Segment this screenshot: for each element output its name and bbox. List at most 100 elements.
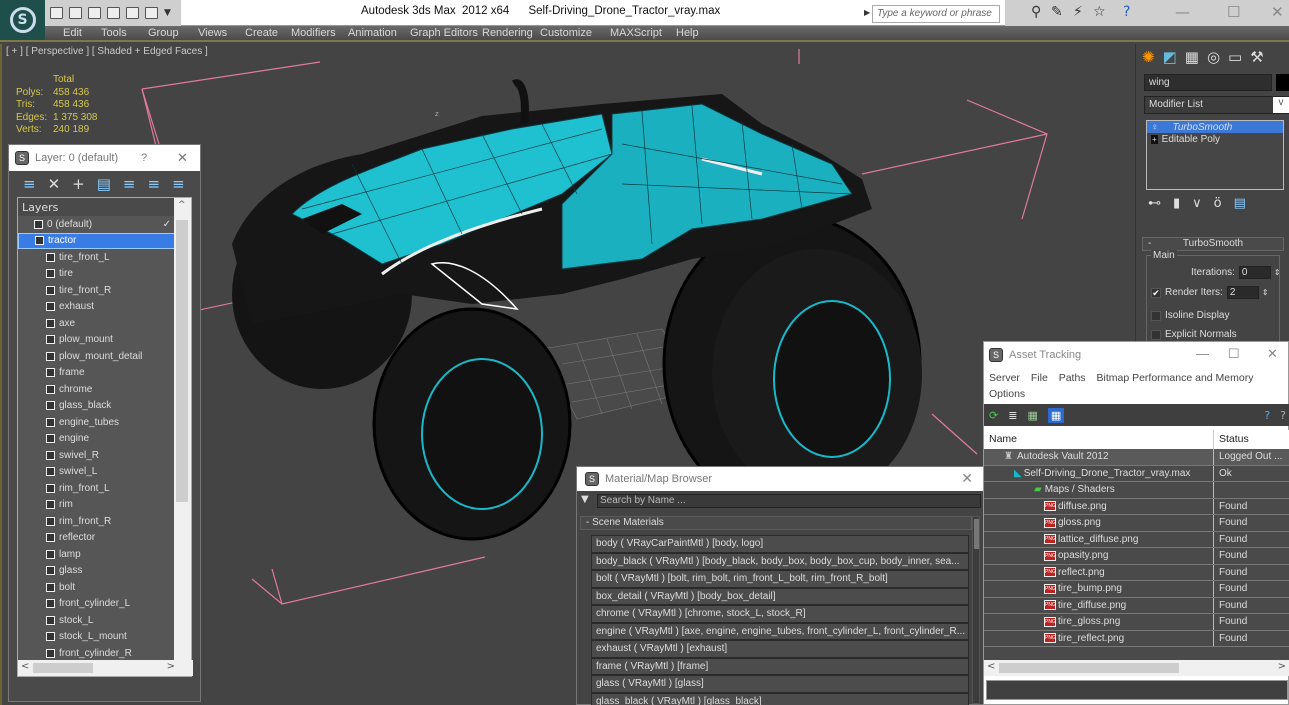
- project-icon[interactable]: [145, 7, 158, 19]
- object-row[interactable]: tire_front_R: [18, 282, 175, 299]
- object-name-input[interactable]: wing: [1144, 74, 1272, 91]
- menu-paths[interactable]: Paths: [1059, 372, 1086, 384]
- object-row[interactable]: axe: [18, 315, 175, 332]
- object-row[interactable]: rim_front_L: [18, 480, 175, 497]
- vertical-scrollbar[interactable]: [972, 516, 980, 704]
- menu-edit[interactable]: Edit: [63, 27, 82, 39]
- stack-item-turbosmooth[interactable]: ♀ TurboSmooth: [1147, 121, 1283, 133]
- asset-row[interactable]: PNG tire_reflect.png Found: [984, 630, 1289, 647]
- display-tab-icon[interactable]: ▭: [1228, 48, 1242, 66]
- layer-row[interactable]: 0 (default) ✓: [18, 216, 175, 233]
- key-icon[interactable]: ✎: [1051, 4, 1063, 20]
- search-by-name-input[interactable]: Search by Name ...: [597, 494, 981, 508]
- select-objects-icon[interactable]: ▤: [97, 175, 111, 193]
- rollout-header[interactable]: - TurboSmooth: [1142, 237, 1284, 251]
- maximize-button[interactable]: ☐: [1227, 3, 1240, 21]
- help-icon[interactable]: ?: [1264, 409, 1270, 422]
- add-icon[interactable]: +: [72, 175, 85, 193]
- object-row[interactable]: swivel_L: [18, 464, 175, 481]
- maximize-button[interactable]: ☐: [1228, 346, 1240, 362]
- minimize-button[interactable]: —: [1196, 346, 1209, 361]
- horizontal-scrollbar[interactable]: < >: [984, 660, 1289, 676]
- menu-animation[interactable]: Animation: [348, 27, 397, 39]
- object-row[interactable]: exhaust: [18, 299, 175, 316]
- highlight-icon[interactable]: ≡: [148, 175, 161, 193]
- horizontal-scrollbar[interactable]: < >: [18, 660, 193, 676]
- asset-path-field[interactable]: [986, 680, 1288, 700]
- scroll-up-icon[interactable]: ^: [178, 200, 186, 210]
- menu-bitmap-performance[interactable]: Bitmap Performance and Memory: [1096, 372, 1253, 384]
- material-row[interactable]: chrome ( VRayMtl ) [chrome, stock_L, sto…: [591, 605, 969, 623]
- object-row[interactable]: reflector: [18, 530, 175, 547]
- object-row[interactable]: chrome: [18, 381, 175, 398]
- stack-item-editable-poly[interactable]: + Editable Poly: [1147, 133, 1283, 145]
- list-view-icon[interactable]: ≣: [1008, 409, 1017, 422]
- asset-tracking-titlebar[interactable]: S Asset Tracking — ☐ ✕: [984, 342, 1288, 368]
- minimize-button[interactable]: —: [1175, 3, 1190, 21]
- close-button[interactable]: ✕: [961, 470, 973, 487]
- object-row[interactable]: tire: [18, 266, 175, 283]
- menu-help[interactable]: Help: [676, 27, 699, 39]
- scroll-right-icon[interactable]: >: [1278, 661, 1286, 672]
- material-row[interactable]: body_black ( VRayMtl ) [body_black, body…: [591, 552, 969, 570]
- object-row[interactable]: bolt: [18, 579, 175, 596]
- object-color-swatch[interactable]: [1276, 74, 1289, 91]
- asset-row[interactable]: PNG lattice_diffuse.png Found: [984, 531, 1289, 548]
- make-unique-icon[interactable]: ∨: [1192, 196, 1202, 211]
- object-row[interactable]: swivel_R: [18, 447, 175, 464]
- hide-all-icon[interactable]: ≡: [172, 175, 185, 193]
- search-input[interactable]: Type a keyword or phrase: [872, 5, 1000, 23]
- redo-icon[interactable]: [107, 7, 120, 19]
- render-iters-spinner[interactable]: 2: [1226, 286, 1259, 299]
- delete-icon[interactable]: ✕: [48, 175, 61, 193]
- iterations-spinner[interactable]: 0: [1238, 266, 1271, 279]
- layers-column-header[interactable]: Layers: [18, 198, 175, 216]
- object-row[interactable]: lamp: [18, 546, 175, 563]
- menu-customize[interactable]: Customize: [540, 27, 592, 39]
- hold-icon[interactable]: [126, 7, 139, 19]
- object-row[interactable]: engine_tubes: [18, 414, 175, 431]
- hierarchy-tab-icon[interactable]: ▦: [1185, 48, 1199, 66]
- menu-tools[interactable]: Tools: [101, 27, 127, 39]
- name-column-header[interactable]: Name: [984, 430, 1214, 449]
- material-row[interactable]: engine ( VRayMtl ) [axe, engine, engine_…: [591, 622, 969, 640]
- object-row[interactable]: glass: [18, 563, 175, 580]
- layer-window-titlebar[interactable]: S Layer: 0 (default) ? ✕: [9, 145, 200, 171]
- menu-create[interactable]: Create: [245, 27, 278, 39]
- expand-icon[interactable]: +: [1151, 134, 1158, 144]
- object-row[interactable]: plow_mount_detail: [18, 348, 175, 365]
- close-button[interactable]: ✕: [177, 150, 188, 166]
- viewport-label[interactable]: [ + ] [ Perspective ] [ Shaded + Edged F…: [6, 46, 208, 57]
- modify-tab-icon[interactable]: ◩: [1163, 48, 1177, 66]
- close-button[interactable]: ✕: [1267, 346, 1278, 362]
- pin-stack-icon[interactable]: ⊷: [1148, 196, 1161, 211]
- spinner-arrows-icon[interactable]: ⇕: [1262, 288, 1269, 297]
- configure-sets-icon[interactable]: ▤: [1234, 196, 1246, 211]
- dropdown-arrow-icon[interactable]: ▼: [164, 8, 171, 18]
- material-row[interactable]: glass_black ( VRayMtl ) [glass_black]: [591, 692, 969, 705]
- utilities-tab-icon[interactable]: ⚒: [1250, 48, 1263, 66]
- open-icon[interactable]: [50, 7, 63, 19]
- material-row[interactable]: frame ( VRayMtl ) [frame]: [591, 657, 969, 675]
- undo-icon[interactable]: [88, 7, 101, 19]
- isoline-checkbox[interactable]: [1151, 310, 1161, 321]
- layer-row[interactable]: tractor: [18, 232, 175, 249]
- material-row[interactable]: bolt ( VRayMtl ) [bolt, rim_bolt, rim_fr…: [591, 570, 969, 588]
- filter-menu-icon[interactable]: ▼: [581, 494, 589, 505]
- material-row[interactable]: box_detail ( VRayMtl ) [body_box_detail]: [591, 587, 969, 605]
- object-row[interactable]: plow_mount: [18, 332, 175, 349]
- modifier-list-dropdown[interactable]: Modifier List v: [1144, 96, 1289, 114]
- asset-row[interactable]: PNG tire_gloss.png Found: [984, 614, 1289, 631]
- object-row[interactable]: rim_front_R: [18, 513, 175, 530]
- refresh-icon[interactable]: ⟳: [989, 409, 998, 422]
- help-context-icon[interactable]: ?: [1280, 409, 1286, 422]
- menu-options[interactable]: Options: [989, 388, 1025, 400]
- status-column-header[interactable]: Status: [1214, 430, 1254, 449]
- binoculars-icon[interactable]: ⚲: [1031, 4, 1041, 20]
- material-row[interactable]: glass ( VRayMtl ) [glass]: [591, 675, 969, 693]
- asset-row[interactable]: PNG opasity.png Found: [984, 548, 1289, 565]
- motion-tab-icon[interactable]: ◎: [1207, 48, 1220, 66]
- menu-server[interactable]: Server: [989, 372, 1020, 384]
- menu-rendering[interactable]: Rendering: [482, 27, 533, 39]
- table-view-icon[interactable]: ▦: [1047, 407, 1065, 423]
